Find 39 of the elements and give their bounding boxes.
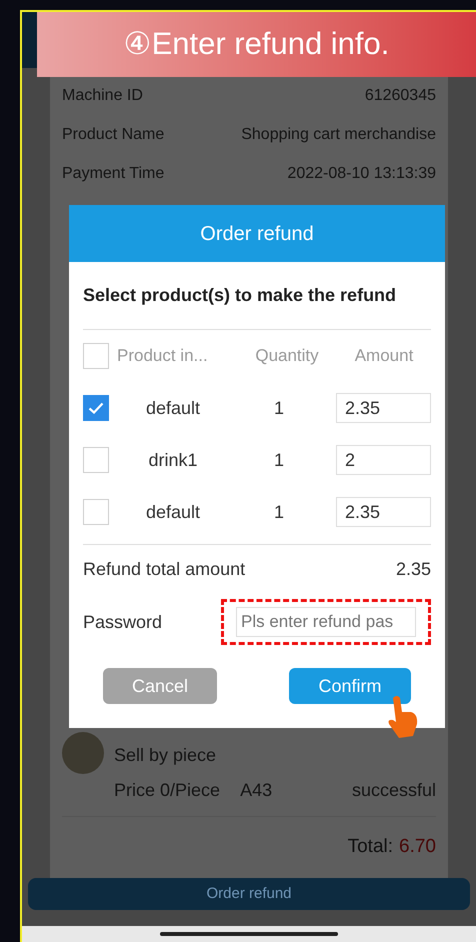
detail-value: Shopping cart merchandise — [241, 124, 436, 144]
price-text: Price 0/Piece — [114, 779, 220, 802]
refund-total-label: Refund total amount — [83, 558, 246, 581]
total-label: Total: — [348, 835, 394, 859]
order-refund-button[interactable]: Order refund — [28, 878, 470, 910]
home-indicator-icon — [160, 932, 338, 936]
checkbox[interactable] — [83, 447, 109, 473]
detail-value: 61260345 — [364, 86, 436, 106]
password-field[interactable]: Pls enter refund pas — [236, 607, 416, 637]
checkmark-icon — [88, 402, 104, 414]
detail-label: Payment Time — [62, 164, 164, 184]
sell-mode-text: Sell by piece — [114, 744, 218, 767]
column-header: Quantity — [254, 345, 320, 368]
status-text: successful — [352, 779, 436, 802]
product-name-cell-text: default — [144, 396, 202, 420]
detail-label: Product Name — [62, 124, 164, 144]
quantity-cell-text: 1 — [272, 396, 285, 420]
column-header: Amount — [354, 345, 414, 368]
product-name-cell-text: drink1 — [147, 448, 199, 472]
slot-text: A43 — [240, 779, 272, 802]
product-name-cell-text: default — [144, 500, 202, 524]
dialog-subtitle: Select product(s) to make the refund — [83, 262, 431, 330]
detail-value: 2022-08-10 13:13:39 — [287, 164, 436, 184]
amount-field[interactable]: 2.35 — [336, 393, 431, 423]
checkbox[interactable] — [83, 343, 109, 369]
detail-label: Machine ID — [62, 86, 143, 106]
password-label: Password — [83, 610, 162, 634]
total-value: 6.70 — [399, 835, 436, 859]
quantity-cell-text: 1 — [272, 448, 285, 472]
refund-total-value: 2.35 — [396, 558, 431, 581]
product-image-placeholder — [62, 732, 104, 774]
amount-field[interactable]: 2.35 — [336, 497, 431, 527]
quantity-cell-text: 1 — [272, 500, 285, 524]
amount-field[interactable]: 2 — [336, 445, 431, 475]
dialog-title: Order refund — [200, 222, 314, 246]
checkbox[interactable] — [83, 499, 109, 525]
checkbox[interactable] — [83, 395, 109, 421]
banner-title: ④Enter refund info. — [124, 25, 390, 64]
column-header: Product in... — [117, 345, 209, 368]
